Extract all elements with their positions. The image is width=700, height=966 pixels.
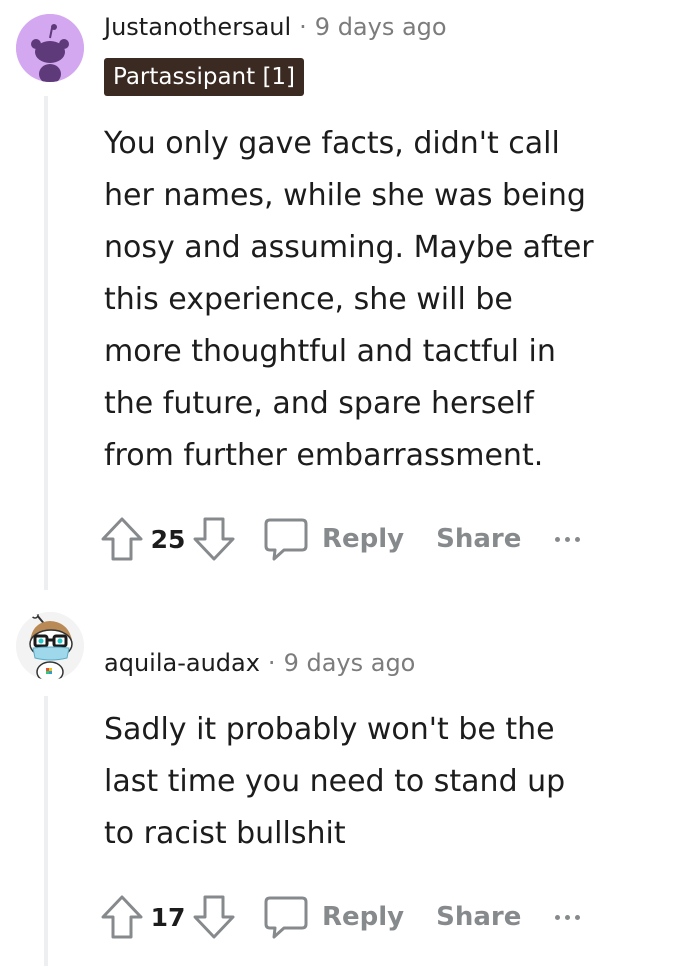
upvote-icon[interactable] [96, 891, 148, 943]
more-options-icon[interactable] [555, 536, 581, 542]
downvote-icon[interactable] [188, 891, 240, 943]
more-options-icon[interactable] [555, 914, 581, 920]
comment-actions: 17 Reply Share [96, 887, 581, 947]
meta-separator: · [299, 13, 307, 41]
comment-line: the future, and spare herself [104, 386, 534, 421]
share-button[interactable]: Share [436, 902, 521, 932]
user-avatar[interactable] [16, 612, 84, 680]
comment-line: from further embarrassment. [104, 438, 544, 473]
timestamp[interactable]: 9 days ago [315, 13, 447, 41]
comment-body: You only gave facts, didn't call her nam… [104, 118, 664, 482]
comment-actions: 25 Reply Share [96, 509, 581, 569]
comment-line: last time you need to stand up [104, 764, 566, 799]
snoo-avatar-glasses-mask-icon [16, 612, 84, 680]
comment-line: this experience, she will be [104, 282, 513, 317]
user-flair: Partassipant [1] [104, 58, 305, 96]
comment-bubble-icon [264, 896, 308, 939]
upvote-icon[interactable] [96, 513, 148, 565]
comment-line: more thoughtful and tactful in [104, 334, 556, 369]
comment-bubble-icon [264, 518, 308, 561]
comment-line: You only gave facts, didn't call [104, 126, 560, 161]
username[interactable]: Justanothersaul [104, 13, 291, 41]
comment-line: Sadly it probably won't be the [104, 712, 555, 747]
timestamp[interactable]: 9 days ago [284, 649, 416, 677]
reply-label: Reply [322, 902, 405, 932]
comment-meta: Justanothersaul · 9 days ago [104, 9, 447, 45]
vote-score: 17 [150, 902, 186, 932]
thread-line[interactable] [44, 696, 48, 966]
comment-body: Sadly it probably won't be the last time… [104, 704, 664, 860]
downvote-icon[interactable] [188, 513, 240, 565]
comment-1: Justanothersaul · 9 days ago Partassipan… [0, 0, 700, 600]
comment-line: to racist bullshit [104, 816, 346, 851]
meta-separator: · [267, 649, 276, 677]
reply-label: Reply [322, 524, 405, 554]
thread-line[interactable] [44, 96, 48, 590]
reply-button[interactable]: Reply [262, 894, 404, 940]
reply-button[interactable]: Reply [262, 516, 404, 562]
username[interactable]: aquila-audax [104, 649, 260, 677]
user-avatar[interactable] [16, 14, 84, 82]
comment-line: her names, while she was being [104, 178, 586, 213]
snoo-avatar-purple-icon [16, 14, 84, 82]
comment-2: aquila-audax · 9 days ago Sadly it proba… [0, 600, 700, 966]
share-button[interactable]: Share [436, 524, 521, 554]
comment-line: nosy and assuming. Maybe after [104, 230, 594, 265]
vote-score: 25 [150, 524, 186, 554]
comment-meta: aquila-audax · 9 days ago [104, 645, 415, 681]
